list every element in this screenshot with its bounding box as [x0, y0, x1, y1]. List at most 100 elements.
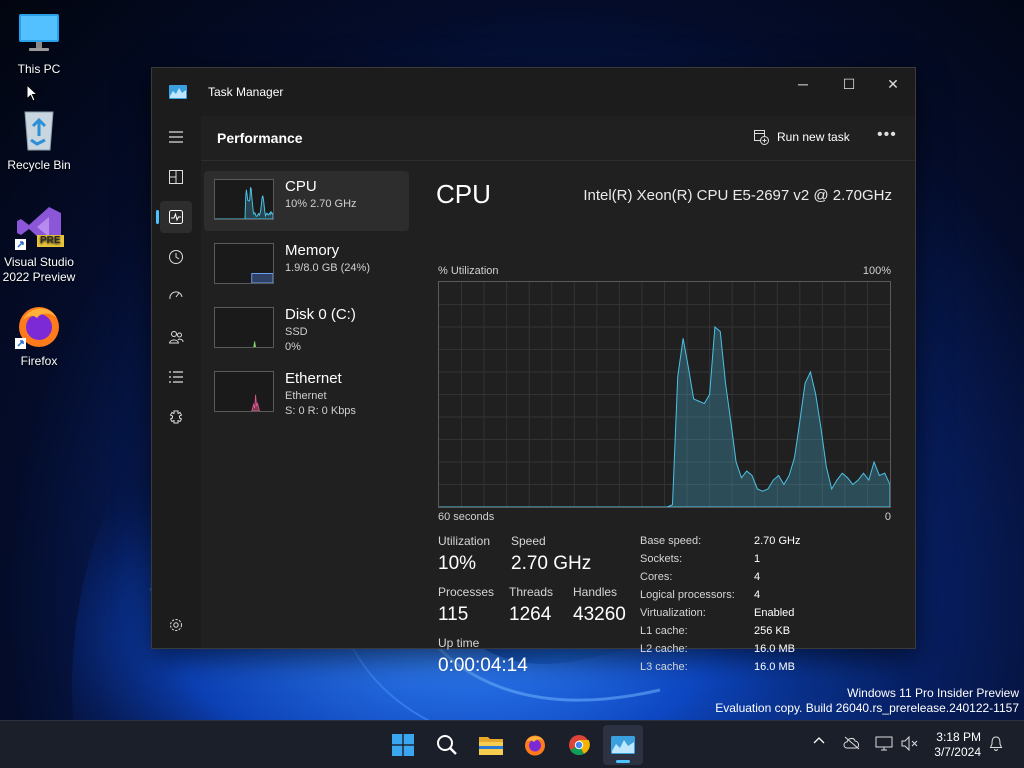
- firefox-icon: [15, 302, 63, 350]
- file-explorer-icon: [479, 737, 503, 755]
- task-manager-icon: [611, 736, 635, 754]
- minimize-icon: ─: [798, 76, 808, 92]
- task-manager-icon: [169, 85, 187, 99]
- desktop-icon-label: This PC: [17, 62, 61, 76]
- run-new-task-button[interactable]: Run new task: [753, 129, 850, 145]
- threads-value: 1264: [509, 604, 552, 625]
- network-icon[interactable]: [875, 736, 893, 751]
- show-hidden-icons-chevron-icon[interactable]: [813, 735, 825, 747]
- users-icon: [168, 331, 184, 344]
- graph-label-max: 100%: [862, 265, 891, 277]
- close-icon: ✕: [887, 75, 899, 92]
- spec-key: Logical processors:: [640, 589, 735, 601]
- firefox-taskbar-button[interactable]: [515, 725, 555, 765]
- processes-icon: [169, 170, 183, 184]
- resource-detail: SSD: [285, 326, 308, 338]
- desktop-icon-label: Visual Studio 2022 Preview: [2, 255, 76, 284]
- graph-label-utilization: % Utilization: [438, 265, 499, 277]
- settings-icon: [170, 619, 182, 631]
- notification-bell-icon[interactable]: [989, 736, 1003, 752]
- close-button[interactable]: ✕: [870, 68, 916, 100]
- system-clock[interactable]: 3:18 PM 3/7/2024: [934, 730, 981, 760]
- chrome-icon: [569, 735, 590, 756]
- task-manager-window: Task Manager ─ ☐ ✕ Performance Run new t…: [151, 67, 916, 676]
- nav-services[interactable]: [160, 401, 192, 433]
- chrome-taskbar-button[interactable]: [559, 725, 599, 765]
- navigation-rail: [152, 116, 200, 648]
- startup-apps-icon: [169, 291, 183, 300]
- mouse-cursor-icon: [26, 84, 38, 102]
- task-manager-taskbar-button[interactable]: [603, 725, 643, 765]
- windows-watermark-build: Evaluation copy. Build 26040.rs_prerelea…: [715, 701, 1019, 715]
- uptime-label: Up time: [438, 636, 480, 650]
- performance-icon: [169, 210, 183, 224]
- cpu-model-name: Intel(R) Xeon(R) CPU E5-2697 v2 @ 2.70GH…: [583, 187, 892, 204]
- hamburger-menu-button[interactable]: [160, 121, 192, 153]
- resource-name: Ethernet: [285, 370, 342, 387]
- resource-detail: Ethernet: [285, 390, 327, 402]
- nav-users[interactable]: [160, 321, 192, 353]
- page-header: Performance Run new task •••: [201, 116, 915, 161]
- clock-time: 3:18 PM: [936, 730, 981, 744]
- windows-watermark-edition: Windows 11 Pro Insider Preview: [847, 686, 1019, 700]
- minimize-button[interactable]: ─: [780, 68, 826, 100]
- run-new-task-icon: [754, 130, 769, 145]
- resource-list: CPU 10% 2.70 GHz Memory 1.9/8.0 GB (24%)…: [204, 171, 409, 433]
- spec-value: 4: [754, 571, 761, 583]
- spec-key: Virtualization:: [640, 607, 706, 619]
- pre-badge: PRE: [37, 235, 64, 247]
- graph-label-min: 0: [884, 511, 891, 523]
- hamburger-menu-icon: [169, 131, 183, 143]
- nav-details[interactable]: [160, 361, 192, 393]
- processes-label: Processes: [438, 585, 495, 599]
- spec-value: 2.70 GHz: [754, 535, 801, 547]
- spec-value: 256 KB: [754, 625, 791, 637]
- spec-value: 1: [754, 553, 761, 565]
- uptime-value: 0:00:04:14: [438, 655, 528, 676]
- handles-label: Handles: [573, 585, 618, 599]
- desktop-icon-label: Firefox: [20, 354, 58, 368]
- speed-label: Speed: [511, 534, 546, 548]
- spec-key: L2 cache:: [640, 643, 688, 655]
- start-button[interactable]: [383, 725, 423, 765]
- desktop-icon-recycle-bin[interactable]: Recycle Bin: [0, 106, 78, 173]
- spec-value: 16.0 MB: [754, 643, 795, 655]
- maximize-icon: ☐: [842, 75, 856, 92]
- resource-name: CPU: [285, 178, 317, 195]
- desktop-icon-firefox[interactable]: Firefox: [0, 302, 78, 369]
- file-explorer-button[interactable]: [471, 725, 511, 765]
- recycle-bin-icon: [15, 106, 63, 154]
- firefox-icon: [525, 735, 545, 756]
- resource-item-disk[interactable]: Disk 0 (C:) SSD 0%: [204, 299, 409, 359]
- utilization-label: Utilization: [438, 534, 491, 548]
- resource-detail: 1.9/8.0 GB (24%): [285, 262, 370, 274]
- desktop-icon-visual-studio[interactable]: PRE Visual Studio 2022 Preview: [0, 203, 78, 285]
- visual-studio-icon: PRE: [15, 203, 64, 251]
- resource-item-memory[interactable]: Memory 1.9/8.0 GB (24%): [204, 235, 409, 295]
- content-area: Performance Run new task ••• CPU 10% 2.7…: [201, 116, 915, 676]
- monitor-icon: [15, 10, 63, 58]
- nav-startup-apps[interactable]: [160, 281, 192, 313]
- nav-processes[interactable]: [160, 161, 192, 193]
- run-new-task-label: Run new task: [777, 130, 850, 144]
- maximize-button[interactable]: ☐: [826, 68, 872, 100]
- page-title: Performance: [217, 130, 303, 146]
- resource-name: Memory: [285, 242, 340, 259]
- taskbar: 3:18 PM 3/7/2024: [0, 720, 1024, 768]
- handles-value: 43260: [573, 604, 626, 625]
- nav-settings[interactable]: [160, 609, 192, 641]
- spec-key: Base speed:: [640, 535, 702, 547]
- desktop-icon-this-pc[interactable]: This PC: [0, 10, 78, 77]
- nav-app-history[interactable]: [160, 241, 192, 273]
- nav-performance[interactable]: [156, 201, 192, 233]
- utilization-value: 10%: [438, 553, 477, 574]
- title-bar[interactable]: Task Manager ─ ☐ ✕: [152, 68, 915, 116]
- spec-key: L1 cache:: [640, 625, 688, 637]
- volume-muted-icon[interactable]: [901, 736, 919, 751]
- resource-item-cpu[interactable]: CPU 10% 2.70 GHz: [204, 171, 409, 231]
- onedrive-icon[interactable]: [843, 736, 861, 750]
- resource-item-ethernet[interactable]: Ethernet Ethernet S: 0 R: 0 Kbps: [204, 363, 409, 429]
- clock-date: 3/7/2024: [934, 745, 981, 759]
- search-button[interactable]: [427, 725, 467, 765]
- more-options-button[interactable]: •••: [877, 126, 897, 144]
